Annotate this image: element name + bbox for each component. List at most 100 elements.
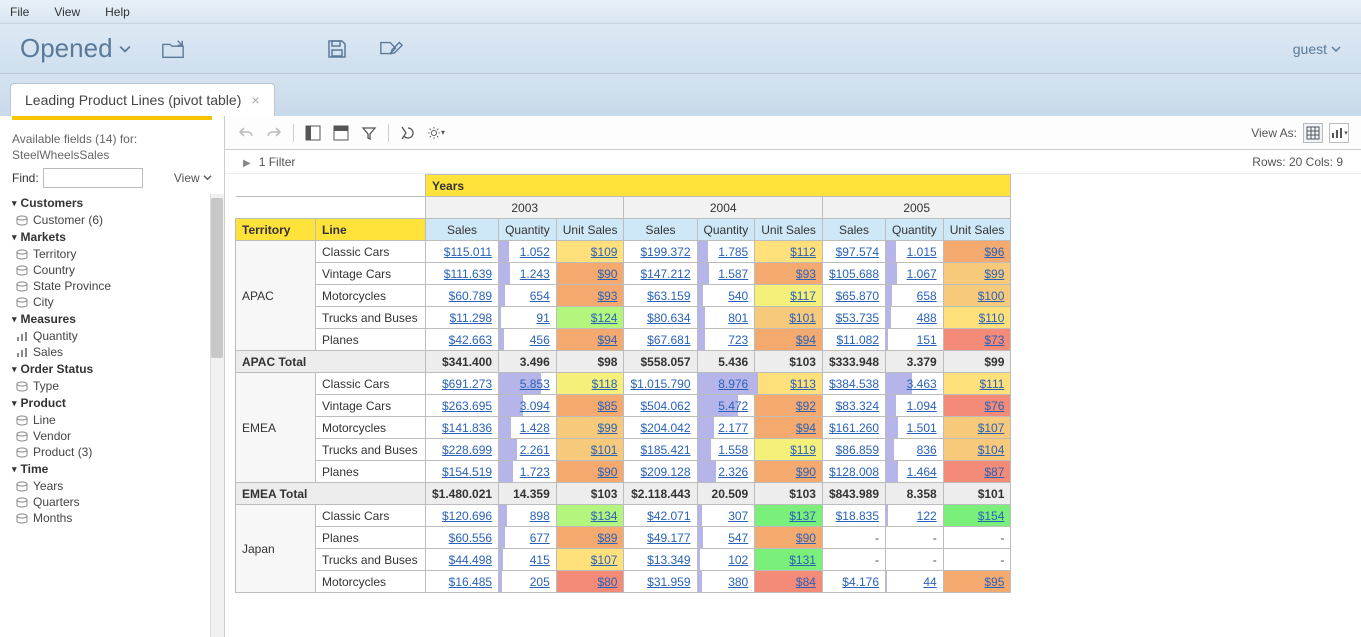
quantity-cell[interactable]: 1.428 — [499, 417, 557, 439]
field-item[interactable]: Months — [12, 510, 222, 526]
sales-cell[interactable]: $199.372 — [624, 241, 697, 263]
quantity-cell[interactable]: 3.463 — [886, 373, 944, 395]
undo-icon[interactable] — [237, 124, 255, 142]
quantity-cell[interactable]: 307 — [697, 505, 755, 527]
quantity-cell[interactable]: 44 — [886, 571, 944, 593]
quantity-cell[interactable]: 205 — [499, 571, 557, 593]
sales-cell[interactable]: $86.859 — [822, 439, 885, 461]
sales-cell[interactable]: $60.789 — [426, 285, 499, 307]
unitsales-cell[interactable]: $101 — [556, 439, 624, 461]
territory-cell[interactable]: EMEA — [236, 373, 316, 483]
unitsales-cell[interactable]: $134 — [556, 505, 624, 527]
field-item[interactable]: Quarters — [12, 494, 222, 510]
sales-cell[interactable]: $42.071 — [624, 505, 697, 527]
unitsales-cell[interactable]: $117 — [755, 285, 823, 307]
measure-header[interactable]: Unit Sales — [556, 219, 624, 241]
quantity-cell[interactable]: 5.853 — [499, 373, 557, 395]
sales-cell[interactable]: $65.870 — [822, 285, 885, 307]
quantity-cell[interactable]: 5.472 — [697, 395, 755, 417]
quantity-cell[interactable]: 658 — [886, 285, 944, 307]
menu-file[interactable]: File — [10, 5, 29, 19]
sales-cell[interactable]: $97.574 — [822, 241, 885, 263]
sales-cell[interactable]: $60.556 — [426, 527, 499, 549]
field-item[interactable]: Territory — [12, 246, 222, 262]
line-cell[interactable]: Planes — [316, 461, 426, 483]
quantity-cell[interactable]: 1.243 — [499, 263, 557, 285]
quantity-cell[interactable]: 456 — [499, 329, 557, 351]
line-cell[interactable]: Motorcycles — [316, 417, 426, 439]
sales-cell[interactable]: $147.212 — [624, 263, 697, 285]
opened-dropdown[interactable]: Opened — [20, 33, 131, 64]
sales-cell[interactable]: $44.498 — [426, 549, 499, 571]
unitsales-cell[interactable]: $94 — [556, 329, 624, 351]
field-category[interactable]: Measures — [12, 310, 222, 328]
field-category[interactable]: Time — [12, 460, 222, 478]
unitsales-cell[interactable]: $90 — [556, 461, 624, 483]
save-icon[interactable] — [325, 38, 349, 60]
measure-header[interactable]: Sales — [624, 219, 697, 241]
unitsales-cell[interactable]: $119 — [755, 439, 823, 461]
redo-icon[interactable] — [265, 124, 283, 142]
sales-cell[interactable]: $161.260 — [822, 417, 885, 439]
unitsales-cell[interactable]: $90 — [556, 263, 624, 285]
sales-cell[interactable]: $31.959 — [624, 571, 697, 593]
line-cell[interactable]: Planes — [316, 527, 426, 549]
sidebar-scrollbar[interactable] — [210, 194, 224, 637]
field-item[interactable]: Country — [12, 262, 222, 278]
unitsales-cell[interactable]: $89 — [556, 527, 624, 549]
quantity-cell[interactable]: 1.501 — [886, 417, 944, 439]
sales-cell[interactable]: $11.298 — [426, 307, 499, 329]
measure-header[interactable]: Quantity — [697, 219, 755, 241]
quantity-cell[interactable]: 801 — [697, 307, 755, 329]
quantity-cell[interactable]: 1.052 — [499, 241, 557, 263]
line-cell[interactable]: Classic Cars — [316, 505, 426, 527]
quantity-cell[interactable]: 102 — [697, 549, 755, 571]
sales-cell[interactable]: $105.688 — [822, 263, 885, 285]
quantity-cell[interactable]: 2.326 — [697, 461, 755, 483]
quantity-cell[interactable]: 723 — [697, 329, 755, 351]
unitsales-cell[interactable]: $90 — [755, 461, 823, 483]
open-folder-icon[interactable] — [161, 38, 185, 60]
line-cell[interactable]: Trucks and Buses — [316, 307, 426, 329]
view-dropdown[interactable]: View — [174, 171, 212, 185]
sales-cell[interactable]: $16.485 — [426, 571, 499, 593]
sales-cell[interactable]: $128.008 — [822, 461, 885, 483]
sales-cell[interactable]: $141.836 — [426, 417, 499, 439]
unitsales-cell[interactable]: $73 — [943, 329, 1011, 351]
sales-cell[interactable]: $11.082 — [822, 329, 885, 351]
measure-header[interactable]: Unit Sales — [943, 219, 1011, 241]
sales-cell[interactable]: $1.015.790 — [624, 373, 697, 395]
unitsales-cell[interactable]: $90 — [755, 527, 823, 549]
quantity-cell[interactable]: 1.587 — [697, 263, 755, 285]
territory-cell[interactable]: Japan — [236, 505, 316, 593]
unitsales-cell[interactable]: $80 — [556, 571, 624, 593]
unitsales-cell[interactable]: $100 — [943, 285, 1011, 307]
unitsales-cell[interactable]: $113 — [755, 373, 823, 395]
measure-header[interactable]: Sales — [822, 219, 885, 241]
sales-cell[interactable]: $13.349 — [624, 549, 697, 571]
quantity-cell[interactable]: 1.015 — [886, 241, 944, 263]
quantity-cell[interactable]: 415 — [499, 549, 557, 571]
unitsales-cell[interactable]: $85 — [556, 395, 624, 417]
field-category[interactable]: Customers — [12, 194, 222, 212]
quantity-cell[interactable]: 654 — [499, 285, 557, 307]
sales-cell[interactable]: $204.042 — [624, 417, 697, 439]
quantity-cell[interactable]: 151 — [886, 329, 944, 351]
unitsales-cell[interactable]: $93 — [755, 263, 823, 285]
measure-header[interactable]: Unit Sales — [755, 219, 823, 241]
quantity-cell[interactable]: 1.723 — [499, 461, 557, 483]
sales-cell[interactable]: $49.177 — [624, 527, 697, 549]
find-input[interactable] — [43, 168, 143, 188]
refresh-icon[interactable] — [399, 124, 417, 142]
unitsales-cell[interactable]: $76 — [943, 395, 1011, 417]
unitsales-cell[interactable]: $137 — [755, 505, 823, 527]
quantity-cell[interactable]: 488 — [886, 307, 944, 329]
edit-tag-icon[interactable] — [379, 38, 403, 60]
sales-cell[interactable]: $185.421 — [624, 439, 697, 461]
unitsales-cell[interactable]: $118 — [556, 373, 624, 395]
view-as-chart-button[interactable]: ▾ — [1329, 123, 1349, 143]
field-item[interactable]: Product (3) — [12, 444, 222, 460]
unitsales-cell[interactable]: $107 — [556, 549, 624, 571]
total-label[interactable]: EMEA Total — [236, 483, 426, 505]
unitsales-cell[interactable]: $131 — [755, 549, 823, 571]
